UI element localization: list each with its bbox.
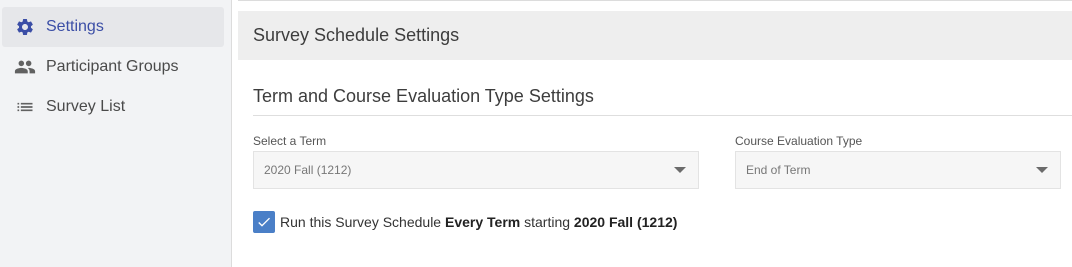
sidebar-item-settings[interactable]: Settings [2,7,224,47]
checkmark-icon [258,217,270,227]
eval-type-select-value: End of Term [746,163,811,177]
checkbox-text-term: 2020 Fall (1212) [573,214,678,230]
term-select-label: Select a Term [253,134,327,148]
caret-down-icon [674,167,686,173]
sidebar-item-label: Survey List [46,98,126,115]
panel-title: Survey Schedule Settings [253,25,460,45]
caret-down-icon [1036,167,1048,173]
top-divider [238,0,1072,1]
list-icon [13,95,37,119]
sidebar-item-survey-list[interactable]: Survey List [2,87,224,127]
sidebar-item-participant-groups[interactable]: Participant Groups [2,47,224,87]
term-select-value: 2020 Fall (1212) [264,163,352,177]
checkbox-text-middle: starting [520,214,574,230]
panel-header: Survey Schedule Settings [238,11,1072,60]
checkbox-text-prefix: Run this Survey Schedule [280,214,445,230]
run-every-term-label: Run this Survey Schedule Every Term star… [280,214,677,230]
section-divider [253,115,1072,116]
run-every-term-row: Run this Survey Schedule Every Term star… [253,211,677,233]
sidebar-item-label: Settings [46,18,104,35]
section-title: Term and Course Evaluation Type Settings [253,86,594,106]
eval-type-select[interactable]: End of Term [735,151,1061,189]
term-select[interactable]: 2020 Fall (1212) [253,151,699,189]
sidebar: Settings Participant Groups Survey List [0,0,232,267]
gear-icon [13,15,37,39]
people-icon [13,55,37,79]
eval-type-select-label: Course Evaluation Type [735,134,863,148]
checkbox-text-frequency: Every Term [444,214,521,230]
sidebar-item-label: Participant Groups [46,58,179,75]
run-every-term-checkbox[interactable] [253,211,275,233]
